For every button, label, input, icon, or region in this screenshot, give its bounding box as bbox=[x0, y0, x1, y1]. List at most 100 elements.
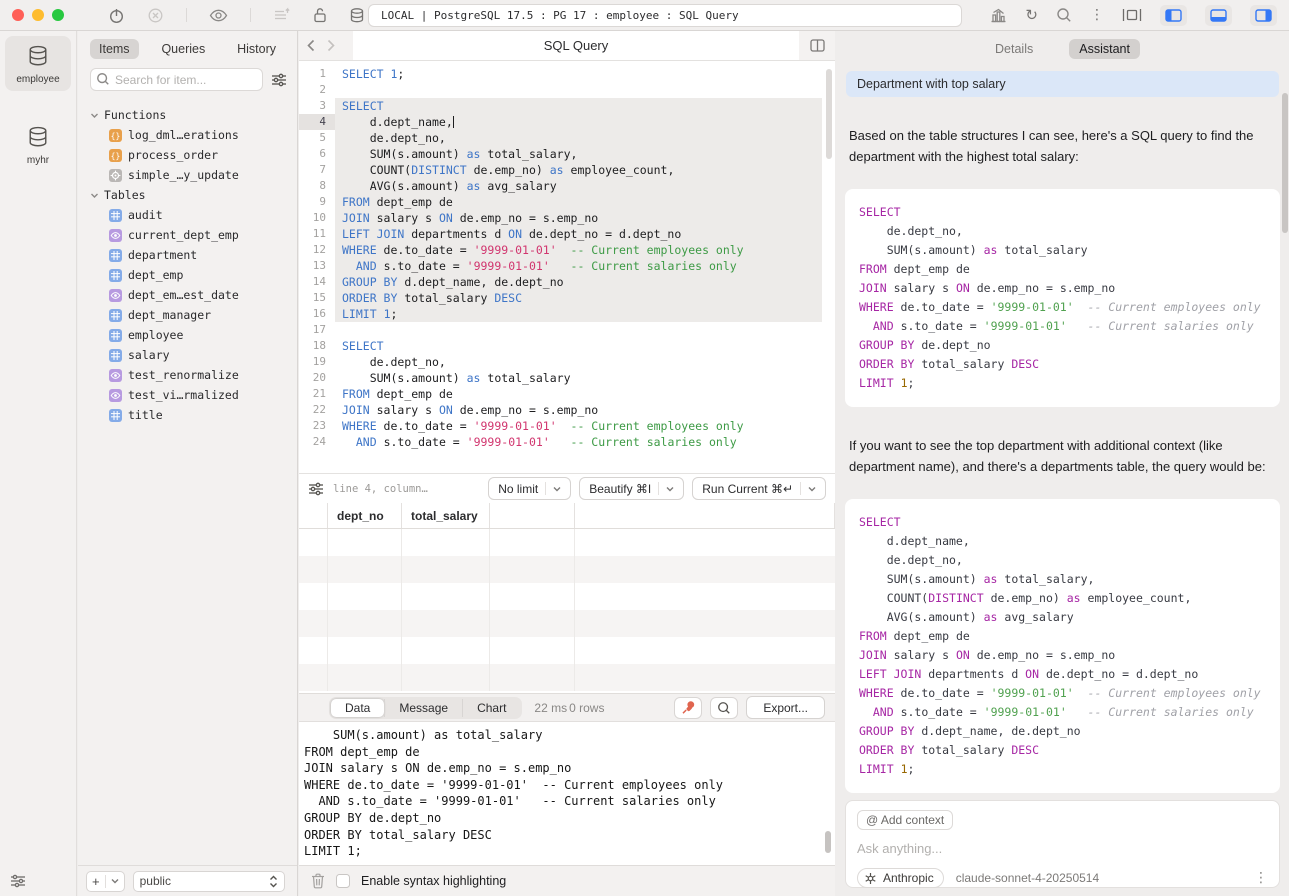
schema-select[interactable]: public bbox=[133, 871, 285, 892]
results-grid[interactable]: dept_no total_salary bbox=[299, 503, 835, 693]
panel-tab-assistant[interactable]: Assistant bbox=[1069, 39, 1140, 59]
editor-settings-icon[interactable] bbox=[308, 482, 324, 496]
composer-menu-icon[interactable]: ⋮ bbox=[1254, 870, 1268, 886]
power-icon[interactable] bbox=[108, 7, 125, 24]
table-row[interactable] bbox=[299, 556, 835, 583]
tree-item-department[interactable]: department bbox=[90, 245, 293, 265]
row-limit-button[interactable]: No limit bbox=[488, 477, 571, 500]
toggle-left-panel-icon[interactable] bbox=[1160, 5, 1187, 26]
editor-line-15[interactable]: 15ORDER BY total_salary DESC bbox=[299, 290, 835, 306]
editor-line-23[interactable]: 23WHERE de.to_date = '9999-01-01' -- Cur… bbox=[299, 418, 835, 434]
minimize-window-button[interactable] bbox=[32, 9, 44, 21]
zoom-window-button[interactable] bbox=[52, 9, 64, 21]
pin-button[interactable] bbox=[674, 697, 702, 719]
table-row[interactable] bbox=[299, 529, 835, 556]
table-row[interactable] bbox=[299, 637, 835, 664]
editor-line-4[interactable]: 4 d.dept_name, bbox=[299, 114, 835, 130]
preview-scrollbar[interactable] bbox=[825, 831, 831, 853]
tree-item-current_dept_emp[interactable]: current_dept_emp bbox=[90, 225, 293, 245]
ask-input[interactable]: Ask anything... bbox=[857, 841, 1268, 856]
tree-item-test_vi-rmalized[interactable]: test_vi…rmalized bbox=[90, 385, 293, 405]
syntax-highlight-checkbox[interactable] bbox=[336, 874, 350, 888]
column-header-total-salary[interactable]: total_salary bbox=[402, 503, 490, 528]
filter-icon[interactable] bbox=[10, 874, 26, 888]
editor-line-9[interactable]: 9FROM dept_emp de bbox=[299, 194, 835, 210]
results-tab-chart[interactable]: Chart bbox=[462, 699, 520, 717]
tree-item-title[interactable]: title bbox=[90, 405, 293, 425]
editor-line-5[interactable]: 5 de.dept_no, bbox=[299, 130, 835, 146]
assistant-scrollbar[interactable] bbox=[1282, 93, 1288, 233]
tree-section-tables[interactable]: Tables bbox=[90, 185, 293, 205]
tree-item-log_dml-erations[interactable]: {}log_dml…erations bbox=[90, 125, 293, 145]
beautify-button[interactable]: Beautify ⌘I bbox=[579, 477, 684, 500]
sidebar-tab-history[interactable]: History bbox=[228, 39, 285, 59]
editor-scrollbar[interactable] bbox=[826, 69, 832, 159]
editor-line-16[interactable]: 16LIMIT 1; bbox=[299, 306, 835, 322]
editor-line-20[interactable]: 20 SUM(s.amount) as total_salary bbox=[299, 370, 835, 386]
tree-item-audit[interactable]: audit bbox=[90, 205, 293, 225]
tree-item-process_order[interactable]: {}process_order bbox=[90, 145, 293, 165]
sidebar-tab-queries[interactable]: Queries bbox=[152, 39, 214, 59]
editor-line-24[interactable]: 24 AND s.to_date = '9999-01-01' -- Curre… bbox=[299, 434, 835, 450]
add-item-button[interactable]: + bbox=[86, 871, 125, 892]
provider-pill[interactable]: Anthropic bbox=[857, 868, 944, 888]
editor-line-1[interactable]: 1SELECT 1; bbox=[299, 66, 835, 82]
split-view-icon[interactable] bbox=[799, 31, 835, 60]
table-row[interactable] bbox=[299, 610, 835, 637]
toggle-bottom-panel-icon[interactable] bbox=[1205, 5, 1232, 26]
panel-tab-details[interactable]: Details bbox=[985, 39, 1043, 59]
sidebar-tab-items[interactable]: Items bbox=[90, 39, 139, 59]
editor-line-8[interactable]: 8 AVG(s.amount) as avg_salary bbox=[299, 178, 835, 194]
tree-item-dept_emp[interactable]: dept_emp bbox=[90, 265, 293, 285]
tree-item-dept_manager[interactable]: dept_manager bbox=[90, 305, 293, 325]
editor-line-21[interactable]: 21FROM dept_emp de bbox=[299, 386, 835, 402]
run-current-button[interactable]: Run Current ⌘↵ bbox=[692, 477, 826, 500]
column-header-dept-no[interactable]: dept_no bbox=[328, 503, 402, 528]
database-icon[interactable] bbox=[349, 7, 365, 24]
tree-item-employee[interactable]: employee bbox=[90, 325, 293, 345]
editor-line-2[interactable]: 2 bbox=[299, 82, 835, 98]
add-context-chip[interactable]: @ Add context bbox=[857, 810, 953, 830]
editor-line-10[interactable]: 10JOIN salary s ON de.emp_no = s.emp_no bbox=[299, 210, 835, 226]
connection-myhr[interactable]: myhr bbox=[5, 117, 71, 172]
close-window-button[interactable] bbox=[12, 9, 24, 21]
tree-item-simple_-y_update[interactable]: simple_…y_update bbox=[90, 165, 293, 185]
editor-line-7[interactable]: 7 COUNT(DISTINCT de.emp_no) as employee_… bbox=[299, 162, 835, 178]
filter-icon[interactable] bbox=[271, 73, 287, 87]
connection-title[interactable]: LOCAL | PostgreSQL 17.5 : PG 17 : employ… bbox=[368, 4, 962, 27]
results-tab-data[interactable]: Data bbox=[331, 699, 384, 717]
editor-line-11[interactable]: 11LEFT JOIN departments d ON de.dept_no … bbox=[299, 226, 835, 242]
forward-icon[interactable] bbox=[327, 39, 335, 52]
conversation-title-banner[interactable]: Department with top salary bbox=[846, 71, 1279, 97]
tree-item-salary[interactable]: salary bbox=[90, 345, 293, 365]
editor-line-18[interactable]: 18SELECT bbox=[299, 338, 835, 354]
more-icon[interactable]: ⋮ bbox=[1090, 8, 1104, 22]
assistant-code-2[interactable]: SELECT d.dept_name, de.dept_no, SUM(s.am… bbox=[845, 499, 1280, 793]
assistant-composer[interactable]: @ Add context Ask anything... Anthropic … bbox=[845, 800, 1280, 888]
connection-employee[interactable]: employee bbox=[5, 36, 71, 91]
table-row[interactable] bbox=[299, 664, 835, 691]
search-results-button[interactable] bbox=[710, 697, 738, 719]
chart-icon[interactable] bbox=[990, 8, 1007, 23]
assistant-code-1[interactable]: SELECT de.dept_no, SUM(s.amount) as tota… bbox=[845, 189, 1280, 407]
sql-editor[interactable]: 1SELECT 1;23SELECT4 d.dept_name,5 de.dep… bbox=[299, 61, 835, 473]
lock-icon[interactable] bbox=[313, 7, 327, 24]
editor-line-14[interactable]: 14GROUP BY d.dept_name, de.dept_no bbox=[299, 274, 835, 290]
export-button[interactable]: Export... bbox=[746, 696, 825, 719]
back-icon[interactable] bbox=[307, 39, 315, 52]
refresh-icon[interactable]: ↻ bbox=[1025, 8, 1038, 23]
editor-line-22[interactable]: 22JOIN salary s ON de.emp_no = s.emp_no bbox=[299, 402, 835, 418]
window-layout-icon[interactable] bbox=[1122, 8, 1142, 22]
toggle-right-panel-icon[interactable] bbox=[1250, 5, 1277, 26]
results-tab-message[interactable]: Message bbox=[384, 699, 462, 717]
editor-line-12[interactable]: 12WHERE de.to_date = '9999-01-01' -- Cur… bbox=[299, 242, 835, 258]
editor-line-3[interactable]: 3SELECT bbox=[299, 98, 835, 114]
tree-section-functions[interactable]: Functions bbox=[90, 105, 293, 125]
search-input[interactable] bbox=[90, 68, 263, 91]
tree-item-dept_em-est_date[interactable]: dept_em…est_date bbox=[90, 285, 293, 305]
query-preview[interactable]: SUM(s.amount) as total_salaryFROM dept_e… bbox=[299, 721, 835, 865]
editor-line-6[interactable]: 6 SUM(s.amount) as total_salary, bbox=[299, 146, 835, 162]
tree-item-test_renormalize[interactable]: test_renormalize bbox=[90, 365, 293, 385]
eye-icon[interactable] bbox=[209, 8, 228, 23]
table-row[interactable] bbox=[299, 583, 835, 610]
